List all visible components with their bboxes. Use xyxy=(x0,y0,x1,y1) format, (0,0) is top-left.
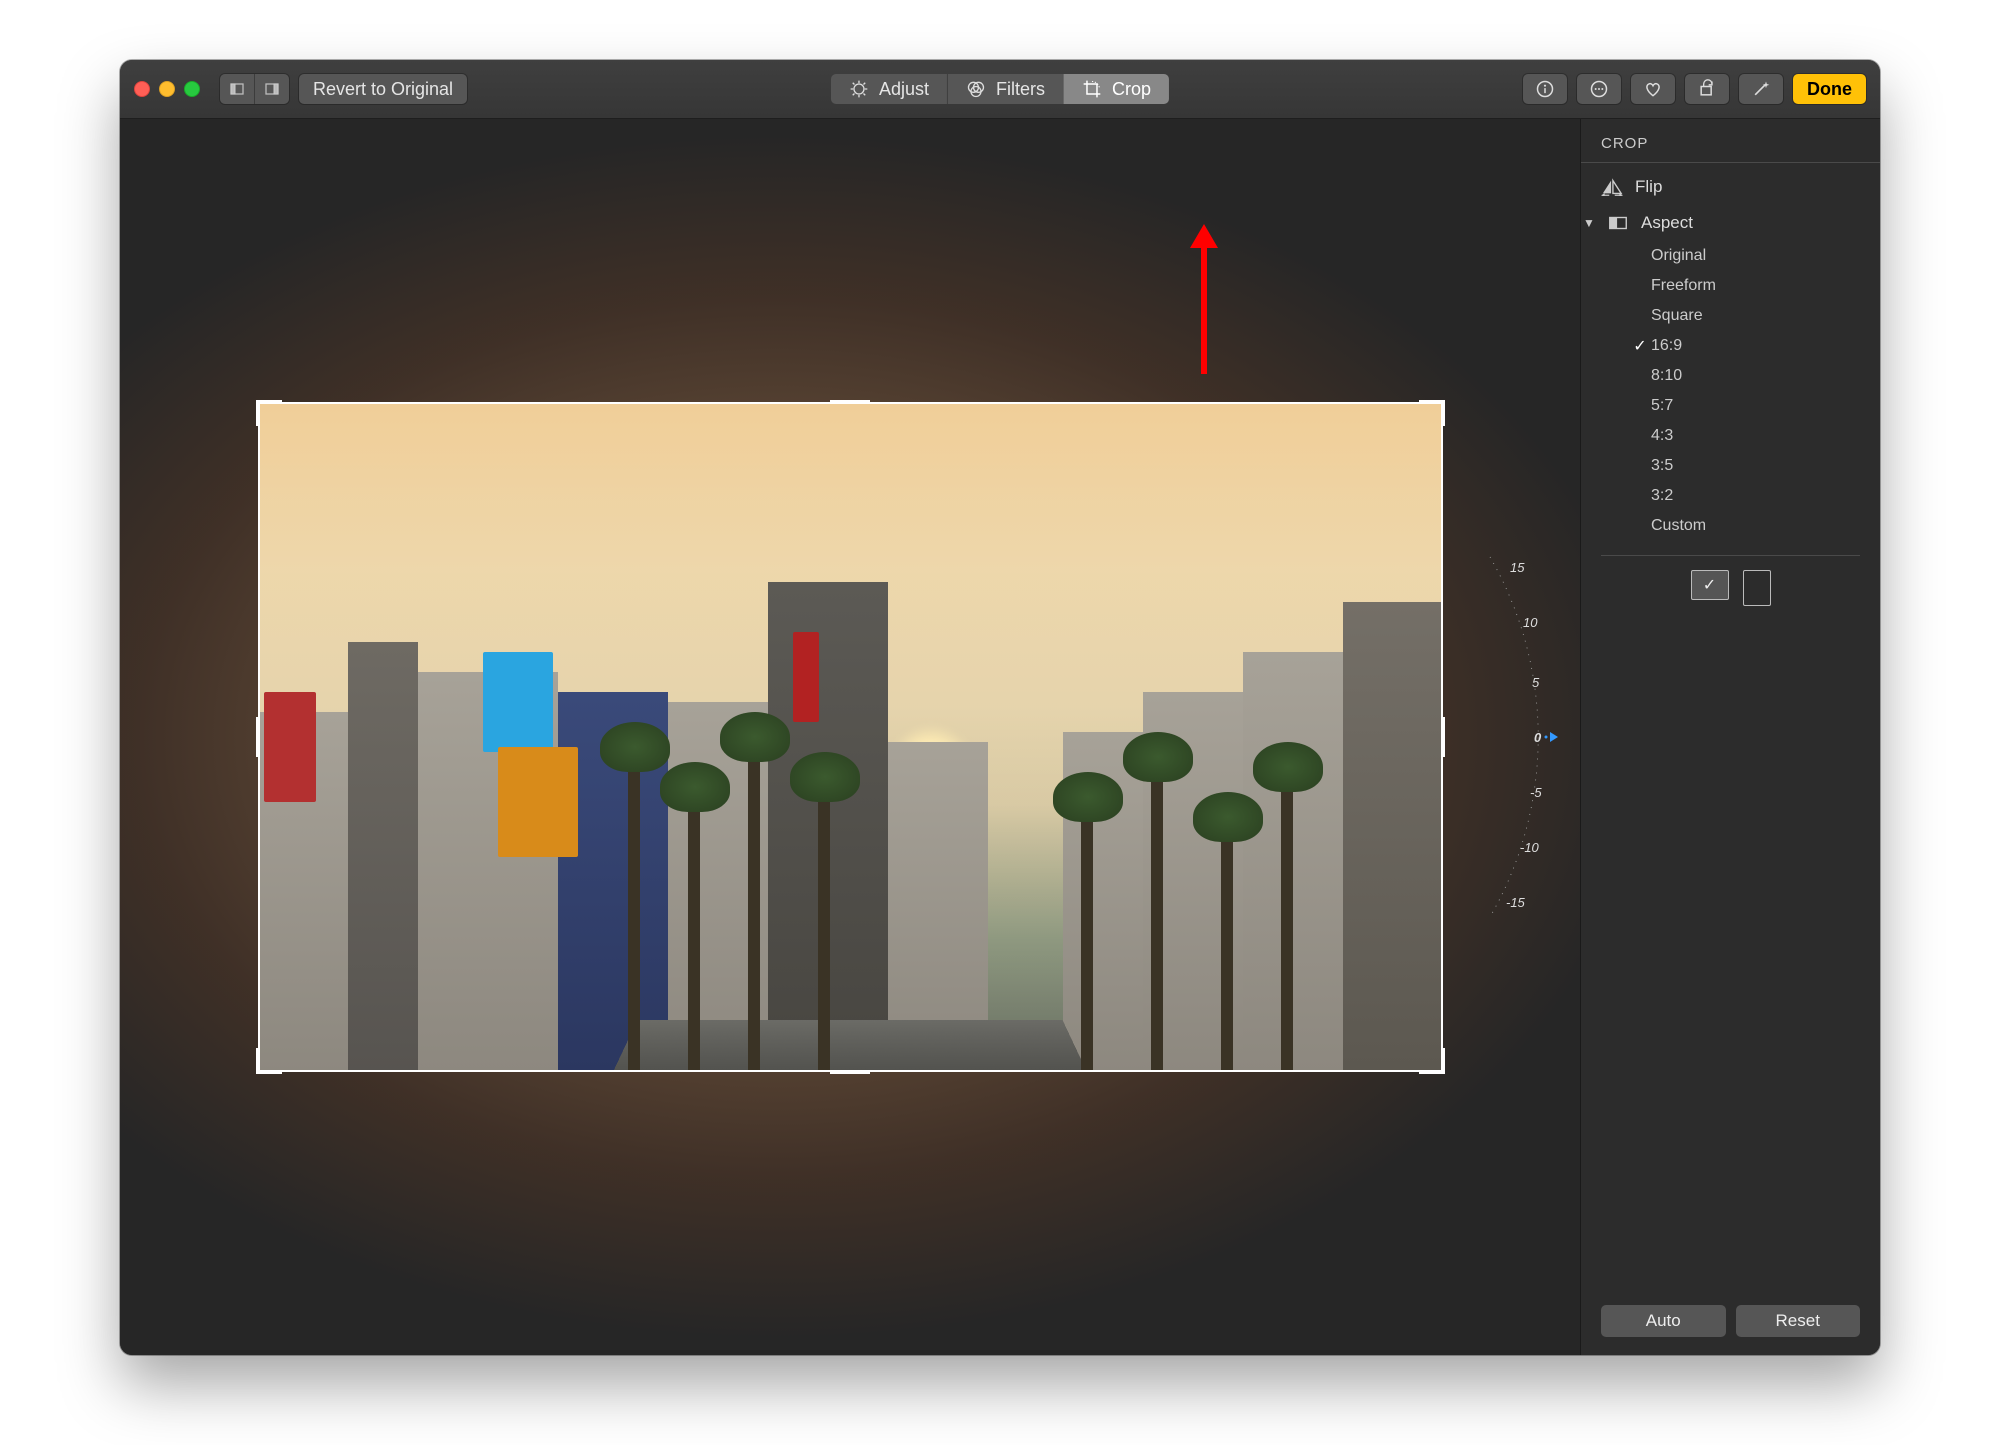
done-button-label: Done xyxy=(1807,79,1852,100)
flip-row[interactable]: Flip xyxy=(1581,169,1880,205)
dial-tick-label: 0 xyxy=(1534,730,1542,745)
sidebar-title: CROP xyxy=(1581,135,1880,163)
more-icon xyxy=(1589,79,1609,99)
revert-button[interactable]: Revert to Original xyxy=(299,74,467,104)
tab-adjust[interactable]: Adjust xyxy=(831,74,947,104)
crop-sidebar: CROP Flip ▼ Aspect xyxy=(1580,119,1880,1355)
orientation-portrait[interactable] xyxy=(1743,570,1771,606)
orientation-toggles: ✓ xyxy=(1581,570,1880,606)
sidebar-toggle-left-icon[interactable] xyxy=(220,74,254,104)
orientation-landscape[interactable]: ✓ xyxy=(1691,570,1729,600)
sidebar-divider xyxy=(1601,555,1860,556)
crop-handle-top-right[interactable] xyxy=(1419,400,1445,426)
dial-tick-label: 5 xyxy=(1532,675,1540,690)
aspect-option-8-10[interactable]: 8:10 xyxy=(1629,361,1860,391)
adjust-icon xyxy=(849,79,869,99)
auto-enhance-button[interactable] xyxy=(1739,74,1783,104)
flip-label: Flip xyxy=(1635,177,1662,197)
aspect-row[interactable]: ▼ Aspect xyxy=(1581,205,1880,241)
more-button[interactable] xyxy=(1577,74,1621,104)
flip-icon xyxy=(1601,178,1623,196)
aspect-option-freeform[interactable]: Freeform xyxy=(1629,271,1860,301)
chevron-down-icon: ▼ xyxy=(1583,216,1595,230)
close-window-icon[interactable] xyxy=(134,81,150,97)
crop-icon xyxy=(1082,79,1102,99)
rotate-button[interactable] xyxy=(1685,74,1729,104)
sidebar-toggle-right-icon[interactable] xyxy=(254,74,289,104)
check-icon: ✓ xyxy=(1703,575,1716,595)
tab-crop[interactable]: Crop xyxy=(1063,74,1169,104)
magic-wand-icon xyxy=(1751,79,1771,99)
dial-tick-label: 10 xyxy=(1523,615,1538,630)
info-icon xyxy=(1535,79,1555,99)
check-icon: ✓ xyxy=(1629,336,1651,356)
canvas-area: 15 10 5 0 -5 -10 -15 xyxy=(120,119,1580,1355)
filters-icon xyxy=(966,79,986,99)
toolbar: Revert to Original Adjust xyxy=(120,60,1880,119)
info-button[interactable] xyxy=(1523,74,1567,104)
rotate-icon xyxy=(1697,79,1717,99)
aspect-icon xyxy=(1607,214,1629,232)
aspect-option-16-9[interactable]: ✓16:9 xyxy=(1629,331,1860,361)
aspect-option-4-3[interactable]: 4:3 xyxy=(1629,421,1860,451)
dial-tick-label: -5 xyxy=(1530,785,1542,800)
crop-handle-right[interactable] xyxy=(1437,717,1445,757)
dial-tick-label: -10 xyxy=(1520,840,1540,855)
crop-handle-bottom[interactable] xyxy=(830,1066,870,1074)
app-window: Revert to Original Adjust xyxy=(120,60,1880,1355)
reset-button[interactable]: Reset xyxy=(1736,1305,1861,1337)
crop-handle-bottom-left[interactable] xyxy=(256,1048,282,1074)
heart-icon xyxy=(1643,79,1663,99)
sidebar-footer: Auto Reset xyxy=(1581,1287,1880,1355)
minimize-window-icon[interactable] xyxy=(159,81,175,97)
content-area: 15 10 5 0 -5 -10 -15 CROP xyxy=(120,119,1880,1355)
dial-tick-label: -15 xyxy=(1506,895,1526,910)
crop-region[interactable] xyxy=(258,402,1443,1072)
aspect-option-3-5[interactable]: 3:5 xyxy=(1629,451,1860,481)
crop-handle-bottom-right[interactable] xyxy=(1419,1048,1445,1074)
edit-mode-tabs: Adjust Filters Crop xyxy=(831,74,1169,104)
aspect-option-3-2[interactable]: 3:2 xyxy=(1629,481,1860,511)
fullscreen-window-icon[interactable] xyxy=(184,81,200,97)
straighten-dial[interactable]: 15 10 5 0 -5 -10 -15 xyxy=(1470,537,1560,937)
aspect-option-5-7[interactable]: 5:7 xyxy=(1629,391,1860,421)
tab-adjust-label: Adjust xyxy=(879,79,929,100)
crop-handle-left[interactable] xyxy=(256,717,264,757)
dial-marker-icon xyxy=(1550,732,1558,742)
tab-filters-label: Filters xyxy=(996,79,1045,100)
sidebar-toggle-segment xyxy=(220,74,289,104)
toolbar-right: Done xyxy=(1523,74,1866,104)
dial-tick-label: 15 xyxy=(1510,560,1525,575)
tab-filters[interactable]: Filters xyxy=(947,74,1063,104)
photo-preview xyxy=(258,402,1443,1072)
aspect-option-square[interactable]: Square xyxy=(1629,301,1860,331)
aspect-options-list: Original Freeform Square ✓16:9 8:10 5:7 … xyxy=(1629,241,1880,549)
auto-button[interactable]: Auto xyxy=(1601,1305,1726,1337)
favorite-button[interactable] xyxy=(1631,74,1675,104)
window-controls xyxy=(134,81,200,97)
crop-handle-top-left[interactable] xyxy=(256,400,282,426)
done-button[interactable]: Done xyxy=(1793,74,1866,104)
aspect-option-original[interactable]: Original xyxy=(1629,241,1860,271)
crop-handle-top[interactable] xyxy=(830,400,870,408)
aspect-label: Aspect xyxy=(1641,213,1693,233)
tab-crop-label: Crop xyxy=(1112,79,1151,100)
aspect-option-custom[interactable]: Custom xyxy=(1629,511,1860,541)
revert-button-label: Revert to Original xyxy=(313,79,453,100)
